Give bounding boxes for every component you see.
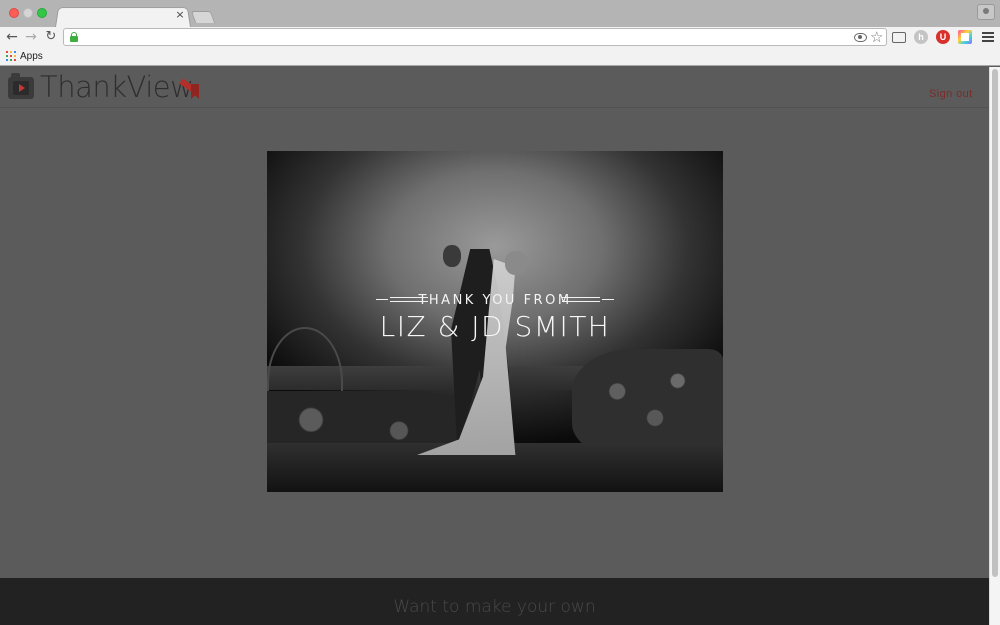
back-arrow-icon[interactable]: ← (5, 29, 19, 45)
ribbon-logo-icon (177, 76, 201, 100)
forward-arrow-icon[interactable]: → (24, 29, 38, 45)
hedge-right (572, 349, 723, 455)
browser-tab-active[interactable] (55, 7, 191, 27)
apps-grid-icon[interactable] (6, 51, 16, 61)
tab-close-icon[interactable]: × (175, 9, 185, 21)
new-tab-button[interactable] (190, 11, 216, 23)
footer-cta-band: Want to make your own (0, 578, 989, 625)
lock-icon (70, 32, 78, 42)
site-header: ThankView Sign out (0, 67, 989, 108)
thank-you-video[interactable]: Thank You From Liz & JD Smith (267, 151, 723, 492)
address-bar[interactable]: ☆ (63, 28, 887, 46)
bookmarks-bar: Apps (0, 48, 1000, 66)
browser-menu-icon[interactable] (982, 32, 994, 42)
colorful-extension-icon[interactable] (958, 30, 972, 44)
brand-logo-text[interactable]: ThankView (40, 70, 194, 104)
video-kicker-text: Thank You From (418, 293, 572, 308)
apps-bookmark[interactable]: Apps (20, 50, 43, 63)
reader-eye-icon[interactable] (854, 33, 867, 42)
scrollbar-thumb[interactable] (992, 69, 998, 577)
make-your-own-cta[interactable]: Want to make your own (0, 597, 989, 617)
cast-icon[interactable] (892, 32, 906, 43)
reload-icon[interactable]: ↻ (44, 29, 58, 45)
ublock-extension-icon[interactable]: U (936, 30, 950, 44)
camera-logo-icon[interactable] (8, 73, 34, 99)
close-window-button[interactable] (9, 8, 19, 18)
browser-toolbar: ← → ↻ ☆ h U (0, 27, 1000, 48)
bookmark-star-icon[interactable]: ☆ (870, 28, 883, 46)
sign-out-link[interactable]: Sign out (929, 87, 973, 101)
page-viewport: ThankView Sign out Thank You From Liz & … (0, 67, 989, 625)
video-names-text: Liz & JD Smith (379, 310, 611, 343)
maximize-window-button[interactable] (37, 8, 47, 18)
honey-extension-icon[interactable]: h (914, 30, 928, 44)
minimize-window-button[interactable] (23, 8, 33, 18)
tab-strip: × (0, 0, 1000, 27)
page-scrollbar[interactable] (989, 67, 1000, 625)
profile-icon[interactable] (977, 4, 995, 20)
